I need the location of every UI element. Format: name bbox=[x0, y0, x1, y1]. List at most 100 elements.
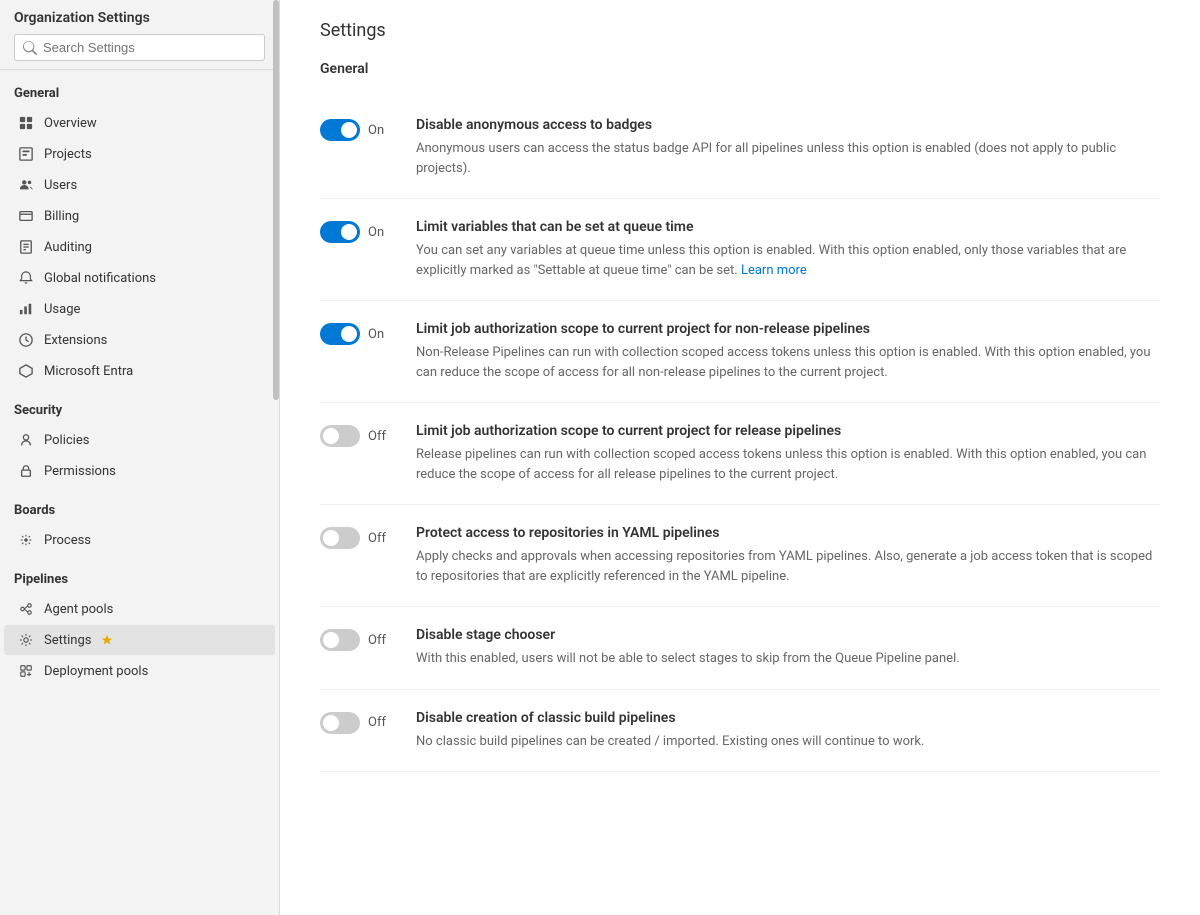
sidebar-item-label: Auditing bbox=[44, 240, 92, 255]
sidebar-item-label: Policies bbox=[44, 433, 89, 448]
sidebar-section-pipelines: Pipelines Agent pools Settings Deployment … bbox=[0, 556, 279, 686]
toggle-label-disable-classic-build: Off bbox=[368, 715, 392, 730]
toggle-area-limit-job-auth-nonrelease: On bbox=[320, 321, 392, 345]
settings-badge bbox=[101, 633, 113, 648]
sidebar-section-label: Security bbox=[0, 387, 279, 424]
setting-title-protect-yaml-repos: Protect access to repositories in YAML p… bbox=[416, 525, 1160, 541]
sidebar-section-boards: Boards Process bbox=[0, 487, 279, 555]
toggle-label-limit-variables-queue: On bbox=[368, 225, 392, 240]
toggle-area-limit-job-auth-release: Off bbox=[320, 423, 392, 447]
toggle-limit-job-auth-nonrelease[interactable] bbox=[320, 323, 360, 345]
sidebar-item-agent-pools[interactable]: Agent pools bbox=[4, 594, 275, 624]
setting-desc-disable-classic-build: No classic build pipelines can be create… bbox=[416, 732, 1160, 752]
setting-row-disable-stage-chooser: OffDisable stage chooserWith this enable… bbox=[320, 607, 1160, 690]
sidebar-item-label: Extensions bbox=[44, 333, 107, 348]
setting-content-disable-anonymous-badges: Disable anonymous access to badgesAnonym… bbox=[416, 117, 1160, 178]
billing-icon bbox=[18, 208, 34, 224]
sidebar-item-label: Agent pools bbox=[44, 602, 113, 617]
sidebar-content: GeneralOverviewProjectsUsersBillingAudit… bbox=[0, 70, 279, 915]
sidebar-item-label: Billing bbox=[44, 209, 79, 224]
setting-row-limit-job-auth-release: Off Limit job authorization scope to curr… bbox=[320, 403, 1160, 505]
setting-title-disable-classic-build: Disable creation of classic build pipeli… bbox=[416, 710, 1160, 726]
agent-pools-icon bbox=[18, 601, 34, 617]
overview-icon bbox=[18, 115, 34, 131]
sidebar-scrollbar[interactable] bbox=[273, 0, 279, 915]
sidebar-item-auditing[interactable]: Auditing bbox=[4, 232, 275, 262]
toggle-track-protect-yaml-repos bbox=[320, 527, 360, 549]
sidebar-item-permissions[interactable]: Permissions bbox=[4, 456, 275, 486]
sidebar-item-projects[interactable]: Projects bbox=[4, 139, 275, 169]
setting-row-limit-variables-queue: On Limit variables that can be set at que… bbox=[320, 199, 1160, 301]
sidebar-header: Organization Settings bbox=[0, 0, 279, 70]
permissions-icon bbox=[18, 463, 34, 479]
sidebar-section-label: Pipelines bbox=[0, 556, 279, 593]
setting-title-disable-stage-chooser: Disable stage chooser bbox=[416, 627, 1160, 643]
setting-content-disable-classic-build: Disable creation of classic build pipeli… bbox=[416, 710, 1160, 752]
sidebar-item-usage[interactable]: Usage bbox=[4, 294, 275, 324]
toggle-limit-variables-queue[interactable] bbox=[320, 221, 360, 243]
toggle-thumb-limit-variables-queue bbox=[341, 224, 357, 240]
learn-more-link[interactable]: Learn more bbox=[741, 263, 807, 278]
setting-content-limit-variables-queue: Limit variables that can be set at queue… bbox=[416, 219, 1160, 280]
extensions-icon bbox=[18, 332, 34, 348]
sidebar-item-users[interactable]: Users bbox=[4, 170, 275, 200]
sidebar-item-process[interactable]: Process bbox=[4, 525, 275, 555]
toggle-limit-job-auth-release[interactable] bbox=[320, 425, 360, 447]
toggle-thumb-disable-anonymous-badges bbox=[341, 122, 357, 138]
main-content: Settings General OnDisable anonymous acc… bbox=[280, 0, 1200, 915]
setting-row-limit-job-auth-nonrelease: On Limit job authorization scope to curre… bbox=[320, 301, 1160, 403]
sidebar-item-microsoft-entra[interactable]: Microsoft Entra bbox=[4, 356, 275, 386]
toggle-thumb-limit-job-auth-nonrelease bbox=[341, 326, 357, 342]
sidebar-item-overview[interactable]: Overview bbox=[4, 108, 275, 138]
sidebar-item-label: Global notifications bbox=[44, 271, 156, 286]
page-title: Settings bbox=[320, 20, 1160, 41]
setting-desc-limit-variables-queue: You can set any variables at queue time … bbox=[416, 241, 1160, 280]
sidebar-item-settings[interactable]: Settings bbox=[4, 625, 275, 655]
setting-content-disable-stage-chooser: Disable stage chooserWith this enabled, … bbox=[416, 627, 1160, 669]
sidebar-item-extensions[interactable]: Extensions bbox=[4, 325, 275, 355]
search-input[interactable] bbox=[43, 40, 256, 55]
entra-icon bbox=[18, 363, 34, 379]
toggle-disable-classic-build[interactable] bbox=[320, 712, 360, 734]
setting-title-limit-job-auth-release: Limit job authorization scope to current… bbox=[416, 423, 1160, 439]
toggle-thumb-limit-job-auth-release bbox=[323, 428, 339, 444]
toggle-track-disable-anonymous-badges bbox=[320, 119, 360, 141]
toggle-disable-anonymous-badges[interactable] bbox=[320, 119, 360, 141]
setting-desc-limit-job-auth-nonrelease: Non-Release Pipelines can run with colle… bbox=[416, 343, 1160, 382]
toggle-label-disable-anonymous-badges: On bbox=[368, 123, 392, 138]
sidebar: Organization Settings GeneralOverviewPro… bbox=[0, 0, 280, 915]
sidebar-item-label: Usage bbox=[44, 302, 80, 317]
toggle-track-limit-variables-queue bbox=[320, 221, 360, 243]
toggle-track-limit-job-auth-nonrelease bbox=[320, 323, 360, 345]
toggle-area-disable-classic-build: Off bbox=[320, 710, 392, 734]
users-icon bbox=[18, 177, 34, 193]
toggle-label-limit-job-auth-release: Off bbox=[368, 429, 392, 444]
toggle-disable-stage-chooser[interactable] bbox=[320, 629, 360, 651]
setting-row-protect-yaml-repos: OffProtect access to repositories in YAM… bbox=[320, 505, 1160, 607]
setting-desc-limit-job-auth-release: Release pipelines can run with collectio… bbox=[416, 445, 1160, 484]
deployment-pools-icon bbox=[18, 663, 34, 679]
notifications-icon bbox=[18, 270, 34, 286]
search-box[interactable] bbox=[14, 34, 265, 61]
sidebar-item-global-notifications[interactable]: Global notifications bbox=[4, 263, 275, 293]
sidebar-section-security: Security Policies Permissions bbox=[0, 387, 279, 486]
sidebar-scrollbar-thumb bbox=[273, 0, 279, 400]
toggle-thumb-disable-stage-chooser bbox=[323, 632, 339, 648]
sidebar-item-label: Microsoft Entra bbox=[44, 364, 133, 379]
toggle-label-limit-job-auth-nonrelease: On bbox=[368, 327, 392, 342]
sidebar-item-label: Deployment pools bbox=[44, 664, 148, 679]
settings-icon bbox=[18, 632, 34, 648]
auditing-icon bbox=[18, 239, 34, 255]
setting-content-limit-job-auth-release: Limit job authorization scope to current… bbox=[416, 423, 1160, 484]
sidebar-item-billing[interactable]: Billing bbox=[4, 201, 275, 231]
sidebar-item-label: Permissions bbox=[44, 464, 116, 479]
toggle-area-limit-variables-queue: On bbox=[320, 219, 392, 243]
settings-list: On Disable anonymous access to badgesAnon… bbox=[320, 97, 1160, 772]
toggle-protect-yaml-repos[interactable] bbox=[320, 527, 360, 549]
sidebar-item-label: Process bbox=[44, 533, 91, 548]
setting-row-disable-classic-build: Off Disable creation of classic build pip… bbox=[320, 690, 1160, 773]
sidebar-item-policies[interactable]: Policies bbox=[4, 425, 275, 455]
sidebar-item-deployment-pools[interactable]: Deployment pools bbox=[4, 656, 275, 686]
setting-title-limit-job-auth-nonrelease: Limit job authorization scope to current… bbox=[416, 321, 1160, 337]
sidebar-section-label: Boards bbox=[0, 487, 279, 524]
